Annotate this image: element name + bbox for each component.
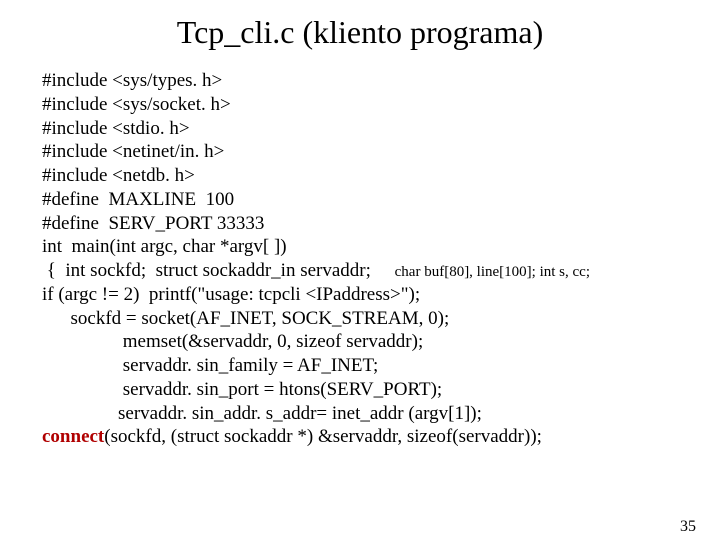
code-line: { int sockfd; struct sockaddr_in servadd…: [42, 259, 700, 283]
code-line: #include <sys/types. h>: [42, 69, 700, 93]
code-line: memset(&servaddr, 0, sizeof servaddr);: [42, 330, 700, 354]
code-line: servaddr. sin_port = htons(SERV_PORT);: [42, 378, 700, 402]
code-line: sockfd = socket(AF_INET, SOCK_STREAM, 0)…: [42, 307, 700, 331]
code-line: #define SERV_PORT 33333: [42, 212, 700, 236]
code-line: servaddr. sin_addr. s_addr= inet_addr (a…: [42, 402, 700, 426]
code-line: #include <sys/socket. h>: [42, 93, 700, 117]
code-line: connect(sockfd, (struct sockaddr *) &ser…: [42, 425, 700, 449]
code-text: (sockfd, (struct sockaddr *) &servaddr, …: [104, 426, 542, 447]
code-line: #include <netinet/in. h>: [42, 140, 700, 164]
code-text-small: char buf[80], line[100]; int s, cc;: [395, 264, 590, 280]
page-number: 35: [680, 518, 696, 536]
code-line: servaddr. sin_family = AF_INET;: [42, 354, 700, 378]
slide-title: Tcp_cli.c (kliento programa): [0, 14, 720, 51]
code-line: #define MAXLINE 100: [42, 188, 700, 212]
code-line: int main(int argc, char *argv[ ]): [42, 235, 700, 259]
code-line: if (argc != 2) printf("usage: tcpcli <IP…: [42, 283, 700, 307]
code-line: #include <netdb. h>: [42, 164, 700, 188]
slide: Tcp_cli.c (kliento programa) #include <s…: [0, 14, 720, 540]
code-text: { int sockfd; struct sockaddr_in servadd…: [42, 260, 395, 281]
code-block: #include <sys/types. h> #include <sys/so…: [0, 69, 720, 449]
code-line: #include <stdio. h>: [42, 117, 700, 141]
connect-keyword: connect: [42, 426, 104, 447]
